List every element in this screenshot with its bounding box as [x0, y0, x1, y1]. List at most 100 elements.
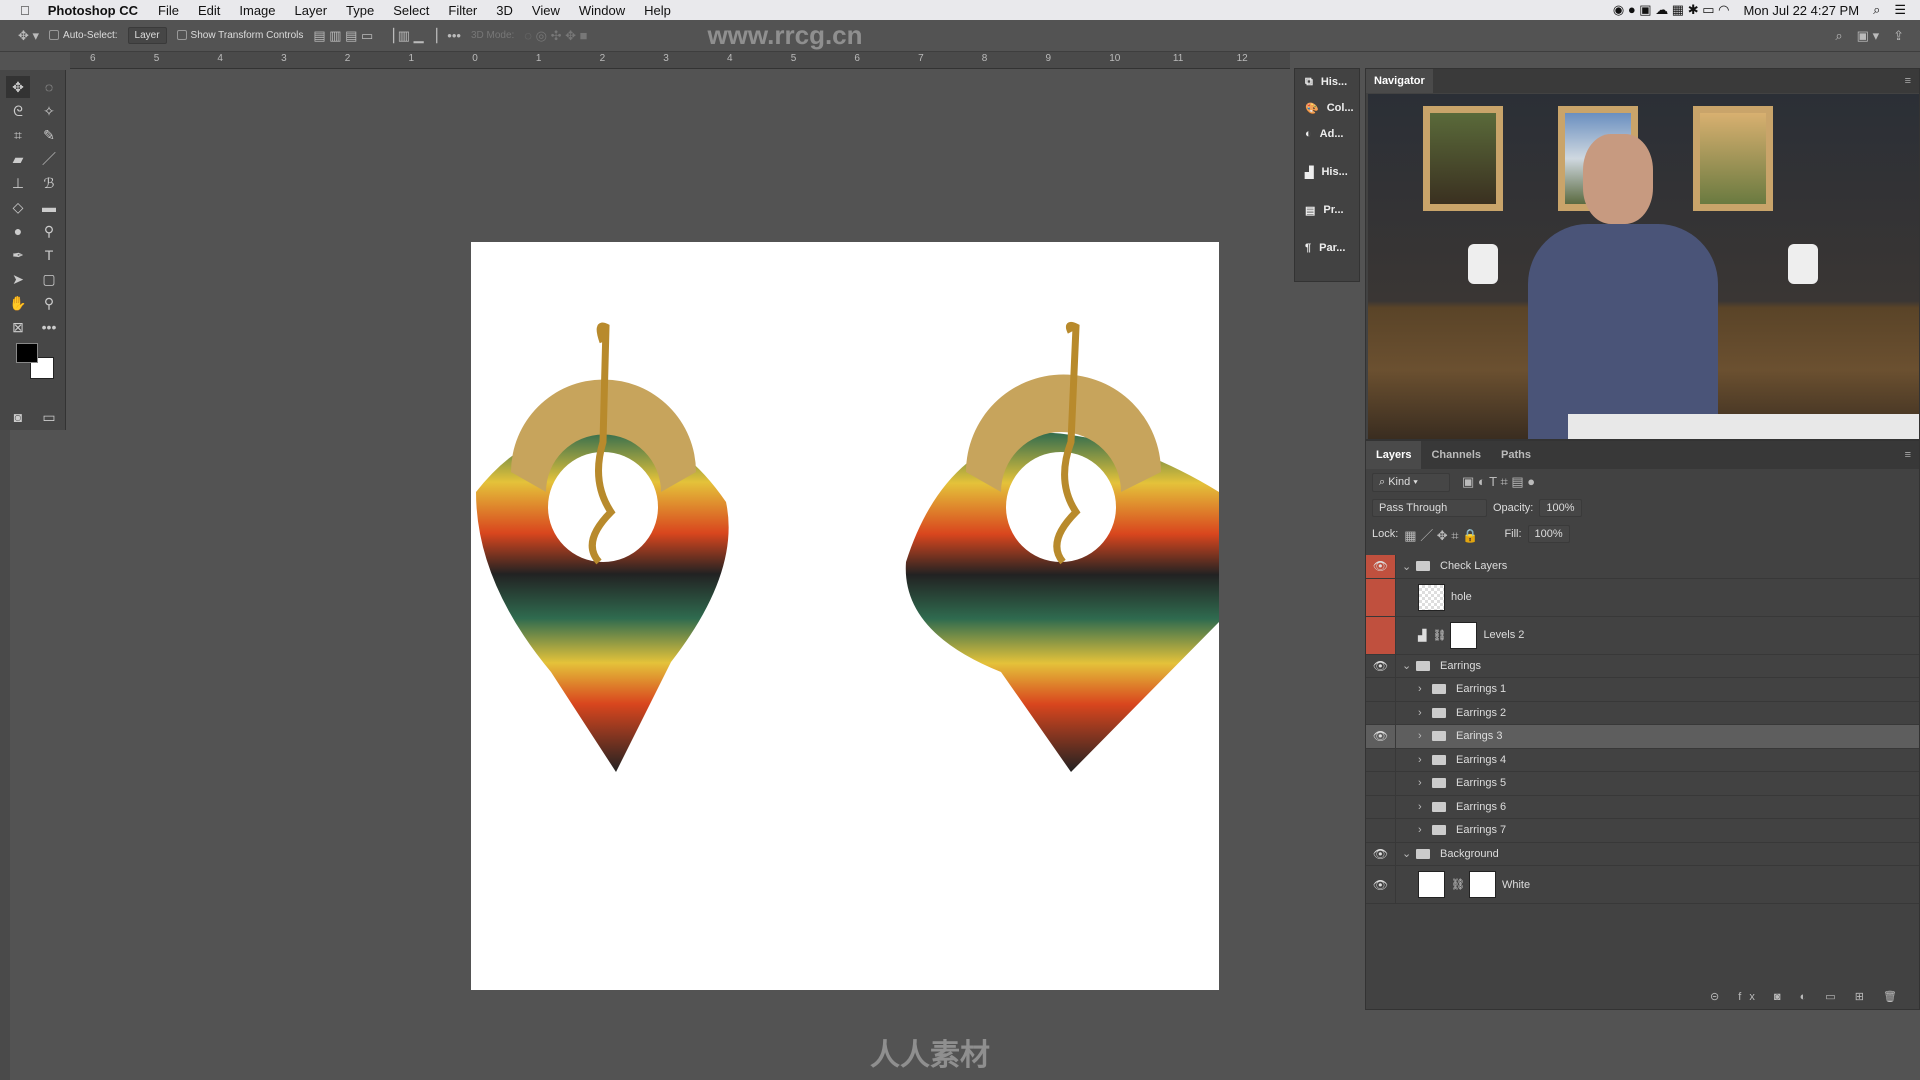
- share-icon[interactable]: ⇪: [1893, 28, 1904, 44]
- zoom-tool-icon[interactable]: ⚲: [37, 292, 61, 314]
- menu-file[interactable]: File: [158, 3, 179, 18]
- auto-select-target[interactable]: Layer: [127, 27, 167, 44]
- shape-tool-icon[interactable]: ▢: [37, 268, 61, 290]
- navigator-preview[interactable]: [1368, 94, 1919, 439]
- screen-mode-icon[interactable]: ▭: [37, 406, 61, 428]
- more-icon[interactable]: •••: [447, 28, 461, 43]
- quick-mask-icon[interactable]: ◙: [6, 406, 30, 428]
- visibility-toggle[interactable]: [1366, 578, 1396, 616]
- layer-row[interactable]: › Earrings 5: [1366, 772, 1919, 796]
- hand-tool-icon[interactable]: ✋: [6, 292, 30, 314]
- panel-button-adjustments[interactable]: ◐ Ad...: [1295, 121, 1359, 147]
- menu-filter[interactable]: Filter: [448, 3, 477, 18]
- layer-row[interactable]: 👁 ⛓ White: [1366, 866, 1919, 904]
- layer-row[interactable]: › Earrings 1: [1366, 678, 1919, 702]
- chevron-down-icon[interactable]: ⌄: [1402, 847, 1416, 860]
- gradient-icon[interactable]: ▬: [37, 196, 61, 218]
- lock-icons[interactable]: ▦ ／ ✥ ⌗ 🔒: [1404, 525, 1478, 544]
- filter-icons[interactable]: ▣ ◐ T ⌗ ▤ ●: [1462, 474, 1535, 490]
- layer-row[interactable]: › Earrings 7: [1366, 819, 1919, 843]
- chevron-down-icon[interactable]: ⌄: [1402, 560, 1416, 573]
- visibility-toggle[interactable]: [1366, 819, 1396, 842]
- visibility-toggle[interactable]: [1366, 748, 1396, 771]
- align-icons[interactable]: ▤ ▥ ▤ ▭ ▕ ▥ ▁ ▕: [313, 28, 437, 44]
- notification-icon[interactable]: ☰: [1894, 2, 1906, 18]
- frame-tool-icon[interactable]: ⊠: [6, 316, 30, 338]
- workspace-icon[interactable]: ▣ ▾: [1857, 28, 1879, 44]
- panel-button-histogram[interactable]: ▟ His...: [1295, 159, 1359, 185]
- menu-type[interactable]: Type: [346, 3, 374, 18]
- chevron-right-icon[interactable]: ›: [1418, 824, 1432, 836]
- visibility-toggle[interactable]: 👁: [1366, 866, 1396, 903]
- panel-menu-icon[interactable]: ≡: [1905, 441, 1911, 469]
- layer-row[interactable]: 👁 ⌄ Check Layers: [1366, 555, 1919, 579]
- show-transform-checkbox[interactable]: Show Transform Controls: [176, 30, 303, 41]
- chevron-right-icon[interactable]: ›: [1418, 754, 1432, 766]
- layer-row[interactable]: hole: [1366, 578, 1919, 617]
- pen-tool-icon[interactable]: ✒: [6, 244, 30, 266]
- apple-icon[interactable]: : [20, 3, 30, 18]
- layer-row[interactable]: 👁 › Earings 3: [1366, 725, 1919, 749]
- panel-menu-icon[interactable]: ≡: [1905, 75, 1911, 87]
- move-tool-icon[interactable]: ✥ ▾: [18, 28, 39, 44]
- menu-3d[interactable]: 3D: [496, 3, 513, 18]
- clock[interactable]: Mon Jul 22 4:27 PM: [1743, 3, 1859, 18]
- menu-layer[interactable]: Layer: [295, 3, 328, 18]
- menu-select[interactable]: Select: [393, 3, 429, 18]
- dodge-tool-icon[interactable]: ⚲: [37, 220, 61, 242]
- menu-view[interactable]: View: [532, 3, 560, 18]
- blend-mode-select[interactable]: Pass Through: [1372, 499, 1487, 517]
- visibility-toggle[interactable]: [1366, 795, 1396, 818]
- healing-brush-icon[interactable]: ▰: [6, 148, 30, 170]
- app-name[interactable]: Photoshop CC: [48, 3, 138, 18]
- layer-row[interactable]: 👁 ⌄ Background: [1366, 842, 1919, 866]
- layer-footer-icons[interactable]: ⊝ fx ◙ ◐ ▭ ⊞ 🗑: [1710, 990, 1905, 1003]
- panel-button-paragraph[interactable]: ¶ Par...: [1295, 235, 1359, 261]
- opacity-input[interactable]: 100%: [1539, 499, 1582, 517]
- visibility-toggle[interactable]: 👁: [1366, 555, 1396, 578]
- visibility-toggle[interactable]: [1366, 616, 1396, 654]
- tab-paths[interactable]: Paths: [1491, 441, 1541, 469]
- status-icons[interactable]: ◉ ● ▣ ☁ ▦ ✱ ▭ ◠: [1613, 2, 1730, 18]
- panel-button-color-palette[interactable]: 🎨 Col...: [1295, 95, 1359, 121]
- 3d-mode-icons[interactable]: ◌ ◎ ✣ ✥ ■: [524, 28, 587, 44]
- foreground-color[interactable]: [16, 343, 38, 363]
- menu-edit[interactable]: Edit: [198, 3, 220, 18]
- document-canvas[interactable]: [471, 242, 1219, 990]
- chevron-right-icon[interactable]: ›: [1418, 683, 1432, 695]
- chevron-right-icon[interactable]: ›: [1418, 730, 1432, 742]
- chevron-right-icon[interactable]: ›: [1418, 777, 1432, 789]
- search-icon[interactable]: ⌕: [1835, 28, 1842, 44]
- type-tool-icon[interactable]: T: [37, 244, 61, 266]
- fill-input[interactable]: 100%: [1527, 525, 1570, 543]
- panel-button-properties[interactable]: ▤ Pr...: [1295, 197, 1359, 223]
- eyedropper-icon[interactable]: ✎: [37, 124, 61, 146]
- filter-kind-select[interactable]: ⌕ Kind ▾: [1372, 472, 1450, 492]
- menu-help[interactable]: Help: [644, 3, 671, 18]
- layer-row[interactable]: ▟ ⛓ Levels 2: [1366, 616, 1919, 655]
- visibility-toggle[interactable]: 👁: [1366, 725, 1396, 748]
- tab-layers[interactable]: Layers: [1366, 441, 1422, 469]
- tab-navigator[interactable]: Navigator: [1366, 69, 1433, 93]
- lasso-tool-icon[interactable]: ᘓ: [6, 100, 30, 122]
- blur-tool-icon[interactable]: ●: [6, 220, 30, 242]
- magic-wand-icon[interactable]: ✧: [37, 100, 61, 122]
- more-tools-icon[interactable]: •••: [37, 316, 61, 338]
- visibility-toggle[interactable]: 👁: [1366, 654, 1396, 677]
- visibility-toggle[interactable]: [1366, 701, 1396, 724]
- auto-select-checkbox[interactable]: Auto-Select:: [49, 30, 118, 41]
- layer-row[interactable]: › Earrings 4: [1366, 748, 1919, 772]
- layer-row[interactable]: 👁 ⌄ Earrings: [1366, 654, 1919, 678]
- chevron-right-icon[interactable]: ›: [1418, 801, 1432, 813]
- layer-row[interactable]: › Earrings 2: [1366, 701, 1919, 725]
- tab-channels[interactable]: Channels: [1421, 441, 1491, 469]
- eraser-icon[interactable]: ◇: [6, 196, 30, 218]
- visibility-toggle[interactable]: [1366, 678, 1396, 701]
- chevron-right-icon[interactable]: ›: [1418, 707, 1432, 719]
- crop-tool-icon[interactable]: ⌗: [6, 124, 30, 146]
- spotlight-icon[interactable]: ⌕: [1873, 2, 1880, 18]
- path-select-icon[interactable]: ➤: [6, 268, 30, 290]
- brush-tool-icon[interactable]: ／: [37, 148, 61, 170]
- history-brush-icon[interactable]: ℬ: [37, 172, 61, 194]
- visibility-toggle[interactable]: [1366, 772, 1396, 795]
